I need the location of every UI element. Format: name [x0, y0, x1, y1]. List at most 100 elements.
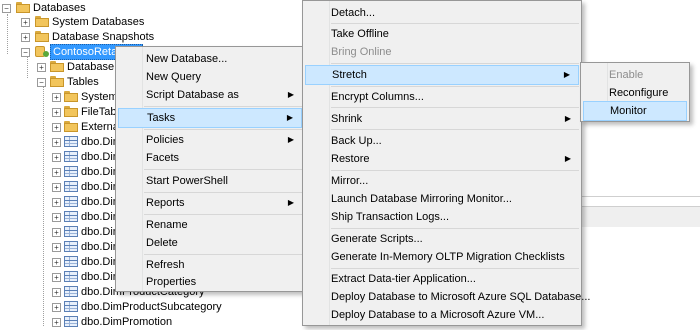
database-context-menu: New Database... New Query Script Databas…: [115, 46, 305, 292]
menu-item-label: Tasks: [147, 112, 176, 124]
menu-item-ship-transaction-logs[interactable]: Ship Transaction Logs...: [305, 207, 579, 227]
table-icon: [64, 181, 78, 192]
expand-toggle-icon[interactable]: +: [52, 303, 61, 312]
menu-item-restore[interactable]: Restore ▶: [305, 149, 579, 169]
menu-item-script-database-as[interactable]: Script Database as ▶: [118, 85, 302, 105]
table-icon: [64, 166, 78, 177]
folder-icon: [35, 31, 49, 42]
table-icon: [64, 226, 78, 237]
divider: [582, 196, 700, 197]
table-icon: [64, 151, 78, 162]
folder-icon: [16, 2, 30, 13]
menu-separator: [331, 63, 579, 64]
menu-item-monitor[interactable]: Monitor: [583, 101, 687, 121]
menu-item-reports[interactable]: Reports ▶: [118, 193, 302, 213]
menu-item-rename[interactable]: Rename: [118, 215, 302, 235]
collapse-toggle-icon[interactable]: −: [21, 48, 30, 57]
collapse-toggle-icon[interactable]: −: [2, 4, 11, 13]
menu-item-label: Script Database as: [146, 89, 239, 101]
expand-toggle-icon[interactable]: +: [52, 198, 61, 207]
menu-item-label: Reports: [146, 197, 185, 209]
tasks-submenu: Detach... Take Offline Bring Online Stre…: [302, 0, 590, 326]
menu-separator: [331, 107, 579, 108]
menu-item-properties[interactable]: Properties: [118, 272, 302, 292]
table-name: dbo.DimProductSubcategory: [81, 301, 222, 313]
expand-toggle-icon[interactable]: +: [52, 108, 61, 117]
submenu-arrow-icon: ▶: [564, 114, 571, 123]
menu-item-label: Restore: [331, 153, 370, 165]
expand-toggle-icon[interactable]: +: [21, 33, 30, 42]
expand-toggle-icon[interactable]: +: [52, 168, 61, 177]
folder-icon: [50, 76, 64, 87]
submenu-arrow-icon: ▶: [287, 90, 294, 99]
menu-item-label: Policies: [146, 134, 184, 146]
menu-item-facets[interactable]: Facets: [118, 148, 302, 168]
tree-node-label: Tables: [67, 76, 99, 88]
expand-toggle-icon[interactable]: +: [52, 213, 61, 222]
submenu-arrow-icon: ▶: [287, 135, 294, 144]
menu-item-take-offline[interactable]: Take Offline: [305, 24, 579, 44]
folder-icon: [64, 106, 78, 117]
expand-toggle-icon[interactable]: +: [52, 153, 61, 162]
table-icon: [64, 286, 78, 297]
menu-item-encrypt-columns[interactable]: Encrypt Columns...: [305, 87, 579, 107]
tree-node-label: System Databases: [52, 16, 145, 28]
expand-toggle-icon[interactable]: +: [52, 123, 61, 132]
expand-toggle-icon[interactable]: +: [52, 93, 61, 102]
menu-item-generate-inmemory-checklists[interactable]: Generate In-Memory OLTP Migration Checkl…: [305, 247, 579, 267]
expand-toggle-icon[interactable]: +: [37, 63, 46, 72]
background-panel: [582, 206, 700, 227]
menu-item-start-powershell[interactable]: Start PowerShell: [118, 171, 302, 191]
table-icon: [64, 271, 78, 282]
menu-separator: [331, 129, 579, 130]
table-icon: [64, 211, 78, 222]
table-icon: [64, 196, 78, 207]
tree-line: [27, 54, 28, 78]
expand-toggle-icon[interactable]: +: [52, 258, 61, 267]
menu-item-label: Stretch: [332, 69, 367, 81]
expand-toggle-icon[interactable]: +: [52, 138, 61, 147]
submenu-arrow-icon: ▶: [287, 198, 294, 207]
expand-toggle-icon[interactable]: +: [52, 228, 61, 237]
menu-item-policies[interactable]: Policies ▶: [118, 130, 302, 150]
table-icon: [64, 301, 78, 312]
menu-item-reconfigure[interactable]: Reconfigure: [583, 83, 687, 103]
table-icon: [64, 316, 78, 327]
submenu-arrow-icon: ▶: [286, 113, 293, 122]
menu-item-back-up[interactable]: Back Up...: [305, 131, 579, 151]
menu-item-launch-mirroring-monitor[interactable]: Launch Database Mirroring Monitor...: [305, 189, 579, 209]
expand-toggle-icon[interactable]: +: [52, 183, 61, 192]
menu-item-stretch[interactable]: Stretch ▶: [305, 65, 579, 85]
menu-item-delete[interactable]: Delete: [118, 233, 302, 253]
folder-icon: [64, 121, 78, 132]
menu-item-detach[interactable]: Detach...: [305, 3, 579, 23]
database-icon: [35, 46, 49, 57]
expand-toggle-icon[interactable]: +: [52, 243, 61, 252]
menu-item-tasks[interactable]: Tasks ▶: [118, 108, 302, 128]
tree-line: [43, 84, 44, 326]
folder-icon: [35, 16, 49, 27]
menu-item-deploy-azure-vm[interactable]: Deploy Database to a Microsoft Azure VM.…: [305, 305, 579, 325]
menu-item-generate-scripts[interactable]: Generate Scripts...: [305, 229, 579, 249]
menu-item-new-query[interactable]: New Query: [118, 67, 302, 87]
stretch-submenu: Enable Reconfigure Monitor: [580, 62, 690, 122]
menu-item-shrink[interactable]: Shrink ▶: [305, 109, 579, 129]
submenu-arrow-icon: ▶: [563, 70, 570, 79]
tree-node-label: Database Snapshots: [52, 31, 155, 43]
menu-item-deploy-azure-sql[interactable]: Deploy Database to Microsoft Azure SQL D…: [305, 287, 590, 307]
menu-item-bring-online[interactable]: Bring Online: [305, 42, 579, 62]
menu-item-new-database[interactable]: New Database...: [118, 49, 302, 69]
expand-toggle-icon[interactable]: +: [21, 18, 30, 27]
expand-toggle-icon[interactable]: +: [52, 273, 61, 282]
menu-item-enable[interactable]: Enable: [583, 65, 687, 85]
table-icon: [64, 256, 78, 267]
table-icon: [64, 136, 78, 147]
submenu-arrow-icon: ▶: [564, 154, 571, 163]
menu-item-mirror[interactable]: Mirror...: [305, 171, 579, 191]
folder-icon: [50, 61, 64, 72]
menu-item-label: Shrink: [331, 113, 363, 125]
table-icon: [64, 241, 78, 252]
expand-toggle-icon[interactable]: +: [52, 288, 61, 297]
menu-item-extract-data-tier[interactable]: Extract Data-tier Application...: [305, 269, 579, 289]
collapse-toggle-icon[interactable]: −: [37, 78, 46, 87]
